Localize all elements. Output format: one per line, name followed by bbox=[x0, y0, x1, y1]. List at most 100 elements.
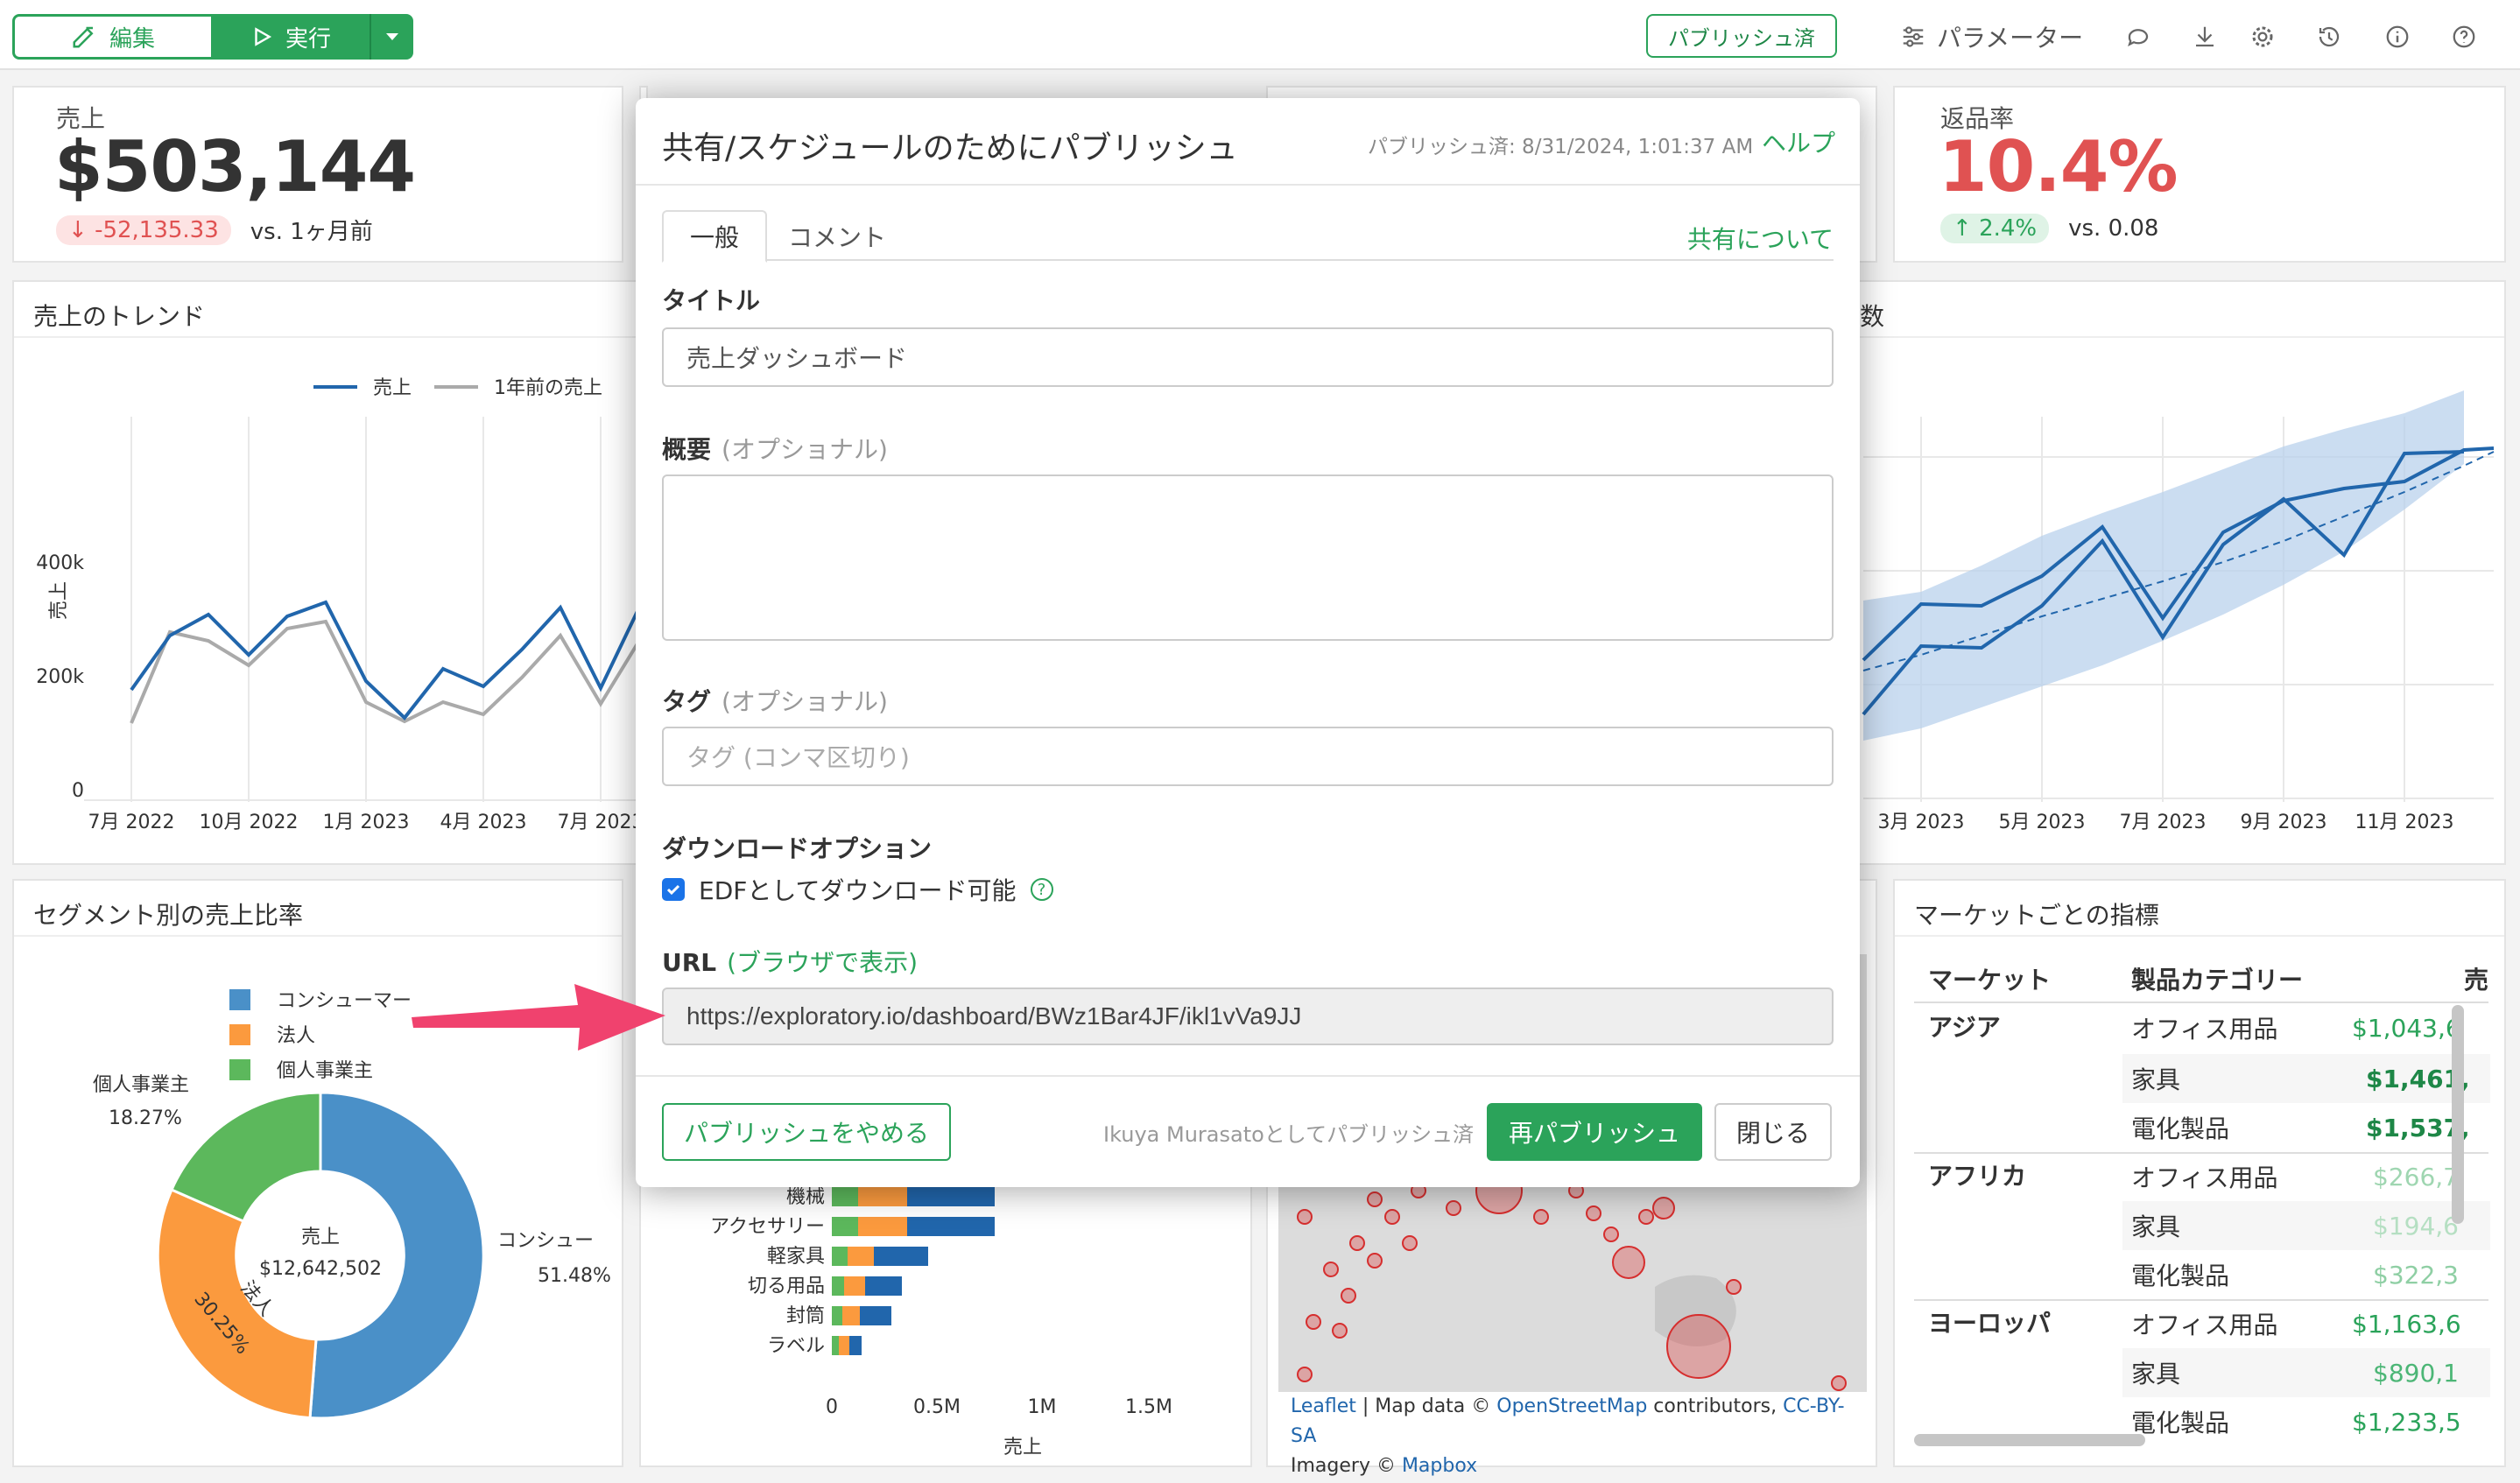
kpi-return-delta-badge: ↑ 2.4% bbox=[1940, 214, 2050, 243]
history-icon[interactable] bbox=[2313, 21, 2345, 53]
edit-button[interactable]: 編集 bbox=[12, 14, 214, 60]
comment-icon[interactable] bbox=[2122, 21, 2154, 53]
xtick-3: 1.5M bbox=[1125, 1396, 1172, 1418]
map-attribution: Leaflet | Map data © OpenStreetMap contr… bbox=[1291, 1392, 1869, 1481]
xtick-4: 7月 2023 bbox=[558, 812, 644, 833]
url-field-label: URL (ブラウザで表示) bbox=[662, 948, 918, 977]
grid bbox=[84, 417, 662, 802]
table-row: オフィス用品 bbox=[2131, 1015, 2278, 1044]
tab-general[interactable]: 一般 bbox=[662, 210, 767, 263]
legend-home-office: 個人事業主 bbox=[277, 1060, 373, 1082]
published-timestamp: パブリッシュ済: 8/31/2024, 1:01:37 AM bbox=[1368, 136, 1754, 158]
caret-down-icon bbox=[386, 33, 398, 40]
category-5: ラベル bbox=[767, 1335, 825, 1357]
help-icon[interactable] bbox=[2448, 21, 2480, 53]
kpi-return-vs: vs. 0.08 bbox=[2068, 215, 2159, 242]
osm-link[interactable]: OpenStreetMap bbox=[1496, 1395, 1647, 1417]
mapbox-link[interactable]: Mapbox bbox=[1402, 1455, 1477, 1477]
dialog-header: 共有/スケジュールのためにパブリッシュ パブリッシュ済: 8/31/2024, … bbox=[636, 98, 1860, 186]
xtick-0: 3月 2023 bbox=[1878, 812, 1965, 833]
published-badge[interactable]: パブリッシュ済 bbox=[1646, 14, 1837, 58]
col-header-market: マーケット bbox=[1928, 966, 2052, 995]
edf-download-checkbox[interactable] bbox=[662, 878, 685, 901]
table-row: オフィス用品 bbox=[2131, 1311, 2278, 1339]
xtick-0: 7月 2022 bbox=[88, 812, 175, 833]
summary-textarea[interactable] bbox=[662, 474, 1834, 641]
label-home-office: 個人事業主 bbox=[93, 1074, 189, 1096]
play-icon bbox=[255, 27, 272, 46]
run-button[interactable]: 実行 bbox=[212, 14, 370, 60]
run-dropdown-button[interactable] bbox=[370, 14, 413, 60]
question-icon[interactable]: ? bbox=[1030, 878, 1053, 901]
top-toolbar: 編集 実行 パブリッシュ済 パラメーター bbox=[0, 0, 2520, 70]
about-sharing-link[interactable]: 共有について bbox=[1687, 221, 1834, 256]
edit-icon bbox=[73, 26, 94, 48]
sales-trend-title: 売上のトレンド bbox=[33, 302, 206, 331]
bars bbox=[832, 1187, 995, 1355]
leaflet-link[interactable]: Leaflet bbox=[1291, 1395, 1356, 1417]
category-4: 封筒 bbox=[786, 1305, 825, 1327]
table-cell-sales: $1,163,6 bbox=[2352, 1309, 2461, 1339]
attribution-imagery: Imagery © bbox=[1291, 1455, 1402, 1477]
table-row: 電化製品 bbox=[2131, 1114, 2230, 1143]
ytick-400k: 400k bbox=[36, 552, 84, 574]
republish-button[interactable]: 再パブリッシュ bbox=[1487, 1103, 1702, 1161]
published-by-text: Ikuya Murasatoとしてパブリッシュ済 bbox=[1103, 1122, 1475, 1147]
legend-prev-year: 1年前の売上 bbox=[494, 377, 602, 399]
dashboard-url-field[interactable]: https://exploratory.io/dashboard/BWz1Bar… bbox=[662, 987, 1834, 1045]
horizontal-scrollbar[interactable] bbox=[1914, 1434, 2145, 1446]
close-button[interactable]: 閉じる bbox=[1714, 1103, 1832, 1161]
title-input[interactable]: 売上ダッシュボード bbox=[662, 327, 1834, 387]
help-link[interactable]: ヘルプ bbox=[1762, 124, 1835, 159]
table-cell-sales: $1,043,6 bbox=[2352, 1013, 2461, 1043]
edit-button-label: 編集 bbox=[109, 25, 155, 53]
arrow-up-icon: ↑ bbox=[1953, 215, 1972, 242]
kpi-sales-delta-badge: ↓ -52,135.33 bbox=[56, 214, 231, 245]
sales-trend-card: 売上のトレンド 売上 1年前の売上 400k 200k 0 売上 7月 2022… bbox=[12, 280, 678, 865]
xtick-2: 1月 2023 bbox=[323, 812, 410, 833]
table-cell-sales: $322,3 bbox=[2373, 1260, 2459, 1290]
gear-icon[interactable] bbox=[2247, 21, 2278, 53]
vertical-scrollbar[interactable] bbox=[2452, 1005, 2464, 1224]
kpi-sales-card: 売上 $503,144 ↓ -52,135.33 vs. 1ヶ月前 bbox=[12, 86, 623, 263]
legend-swatch-home-office bbox=[229, 1059, 250, 1080]
kpi-return-value: 10.4% bbox=[1939, 126, 2179, 207]
view-in-browser-link[interactable]: (ブラウザで表示) bbox=[727, 948, 918, 977]
pct-home-office: 18.27% bbox=[109, 1107, 182, 1129]
forecast-title-fragment: 数 bbox=[1860, 302, 1885, 331]
table-cell-sales: $890,1 bbox=[2373, 1358, 2459, 1388]
unpublish-button[interactable]: パブリッシュをやめる bbox=[662, 1103, 951, 1161]
table-cell-sales: $194,6 bbox=[2373, 1211, 2459, 1241]
category-1: アクセサリー bbox=[710, 1216, 825, 1238]
publish-dialog: 共有/スケジュールのためにパブリッシュ パブリッシュ済: 8/31/2024, … bbox=[636, 98, 1860, 1187]
table-row: 家具 bbox=[2131, 1065, 2181, 1094]
xtick-3: 4月 2023 bbox=[440, 812, 527, 833]
kpi-sales-value: $503,144 bbox=[54, 126, 416, 207]
kpi-sales-delta: -52,135.33 bbox=[95, 216, 219, 243]
download-icon[interactable] bbox=[2189, 21, 2221, 53]
title-field-label: タイトル bbox=[662, 286, 761, 315]
dialog-tabs: 一般 コメント 共有について bbox=[662, 210, 1834, 263]
market-card: マーケットごとの指標 マーケット 製品カテゴリー 売 アジア オフィス用品 $1… bbox=[1893, 879, 2506, 1467]
kpi-return-delta: 2.4% bbox=[1979, 215, 2038, 242]
download-options-label: ダウンロードオプション bbox=[662, 834, 933, 863]
optional-hint: (オプショナル) bbox=[722, 687, 888, 716]
kpi-return-delta-row: ↑ 2.4% vs. 0.08 bbox=[1940, 214, 2158, 243]
table-cell-sales: $1,233,5 bbox=[2352, 1407, 2461, 1437]
tag-input[interactable]: タグ (コンマ区切り) bbox=[662, 727, 1834, 786]
annotation-arrow-icon bbox=[412, 984, 665, 1051]
table-row: オフィス用品 bbox=[2131, 1163, 2278, 1192]
arrow-down-icon: ↓ bbox=[68, 216, 88, 243]
xtick-0: 0 bbox=[826, 1396, 838, 1418]
tab-comment[interactable]: コメント bbox=[776, 210, 898, 263]
prev-year-line bbox=[130, 608, 664, 724]
kpi-return-card: 返品率 10.4% ↑ 2.4% vs. 0.08 bbox=[1893, 86, 2506, 263]
legend-consumer: コンシューマー bbox=[277, 990, 412, 1012]
col-header-sales: 売 bbox=[2464, 966, 2489, 995]
legend-corporate: 法人 bbox=[277, 1025, 315, 1047]
parameter-button[interactable]: パラメーター bbox=[1900, 19, 2083, 54]
donut-center-value: $12,642,502 bbox=[259, 1258, 382, 1280]
slice-consumer bbox=[308, 1091, 485, 1420]
col-header-category: 製品カテゴリー bbox=[2131, 966, 2304, 995]
info-icon[interactable] bbox=[2382, 21, 2413, 53]
